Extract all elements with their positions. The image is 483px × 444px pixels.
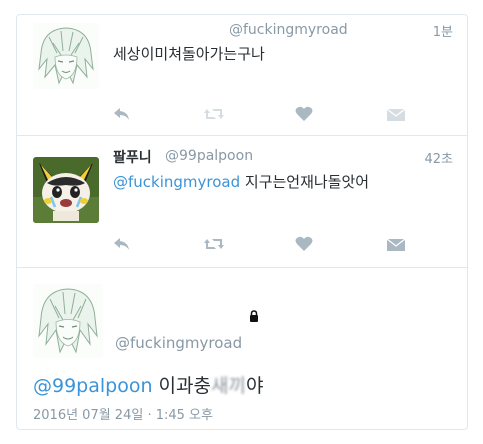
tweet-actions (17, 103, 467, 125)
tweet-text-part: 이과충 (152, 375, 211, 397)
tweet-actions (17, 233, 467, 255)
envelope-icon (386, 108, 406, 121)
tweet-detail: @fuckingmyroad @99palpoon 이과충새끼야 2016년 0… (17, 268, 467, 429)
reply-button[interactable] (111, 103, 133, 125)
like-button[interactable] (293, 233, 315, 255)
heart-icon (295, 236, 313, 251)
tweet-item[interactable]: @fuckingmyroad 1분 세상이미쳐돌아가는구나 (17, 15, 467, 136)
censored-text: 새끼 (211, 375, 246, 397)
mention-link[interactable]: @99palpoon (33, 375, 153, 397)
retweet-button[interactable] (203, 103, 225, 125)
tweet-text-part: 야 (245, 375, 264, 397)
tweet-datetime[interactable]: 2016년 07월 24일 · 1:45 오후 (33, 404, 213, 423)
message-button[interactable] (385, 103, 407, 125)
retweet-button[interactable] (203, 233, 225, 255)
tweet-text: @fuckingmyroad 지구는언재나돌앗어 (113, 171, 369, 192)
avatar[interactable] (33, 23, 99, 89)
tweet-handle[interactable]: @fuckingmyroad (229, 22, 348, 38)
lock-icon (250, 310, 258, 322)
avatar[interactable] (33, 157, 99, 223)
reply-button[interactable] (111, 233, 133, 255)
tweet-display-name[interactable]: 팔푸니 (113, 147, 152, 167)
envelope-icon (386, 238, 406, 251)
reply-icon (114, 238, 129, 250)
retweet-icon (204, 239, 224, 249)
tweet-text-body: 지구는언재나돌앗어 (240, 173, 370, 191)
message-button[interactable] (385, 233, 407, 255)
like-button[interactable] (293, 103, 315, 125)
mention-link[interactable]: @fuckingmyroad (113, 173, 240, 191)
timeline: @fuckingmyroad 1분 세상이미쳐돌아가는구나 팔푸니 @99pal… (16, 14, 468, 430)
tweet-text: 세상이미쳐돌아가는구나 (113, 45, 265, 63)
tweet-timestamp[interactable]: 42초 (424, 148, 453, 167)
tweet-timestamp[interactable]: 1분 (433, 21, 453, 40)
avatar[interactable] (33, 284, 103, 358)
tweet-handle[interactable]: @99palpoon (165, 148, 253, 164)
heart-icon (295, 106, 313, 121)
reply-icon (114, 108, 129, 120)
tweet-item[interactable]: 팔푸니 @99palpoon 42초 @fuckingmyroad 지구는언재나… (17, 136, 467, 268)
tweet-handle[interactable]: @fuckingmyroad (115, 334, 242, 352)
tweet-text: @99palpoon 이과충새끼야 (33, 371, 263, 398)
retweet-icon (204, 109, 224, 119)
